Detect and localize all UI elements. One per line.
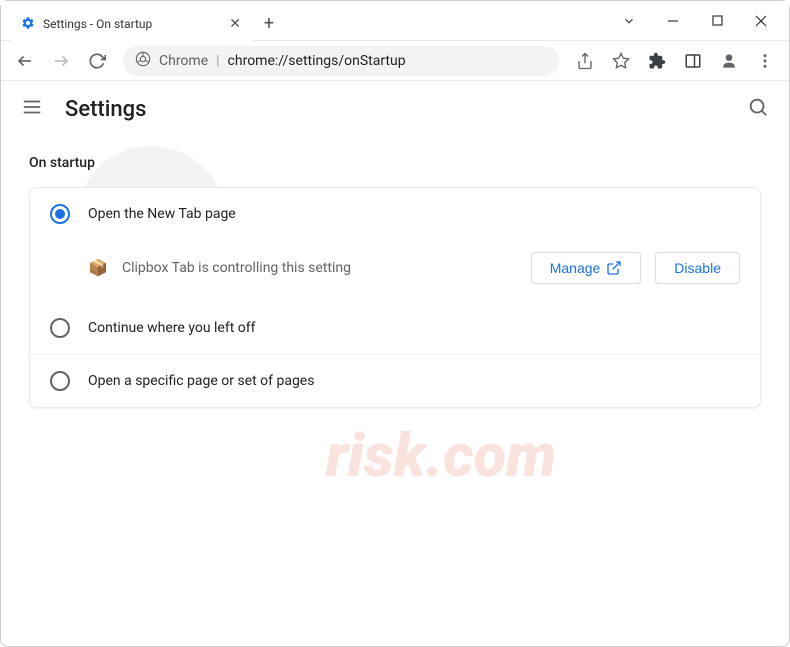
search-icon[interactable] bbox=[747, 96, 769, 122]
new-tab-button[interactable]: + bbox=[255, 9, 283, 37]
address-bar[interactable]: Chrome | chrome://settings/onStartup bbox=[123, 46, 559, 76]
startup-options-card: Open the New Tab page 📦 Clipbox Tab is c… bbox=[29, 187, 761, 408]
option-continue[interactable]: Continue where you left off bbox=[30, 302, 760, 354]
radio-icon bbox=[50, 371, 70, 391]
section-title: On startup bbox=[29, 155, 761, 171]
on-startup-section: On startup Open the New Tab page 📦 Clipb… bbox=[1, 137, 789, 426]
extensions-icon[interactable] bbox=[641, 45, 673, 77]
radio-icon bbox=[50, 318, 70, 338]
settings-content: Settings On startup Open the New Tab pag… bbox=[1, 81, 789, 426]
chrome-icon bbox=[135, 51, 151, 71]
share-icon[interactable] bbox=[569, 45, 601, 77]
settings-header: Settings bbox=[1, 81, 789, 137]
omnibox-separator: | bbox=[216, 53, 219, 69]
manage-label: Manage bbox=[550, 260, 601, 276]
manage-button[interactable]: Manage bbox=[531, 252, 642, 284]
forward-button[interactable] bbox=[45, 45, 77, 77]
option-specific-pages[interactable]: Open a specific page or set of pages bbox=[30, 354, 760, 407]
bookmark-icon[interactable] bbox=[605, 45, 637, 77]
close-window-button[interactable] bbox=[741, 6, 781, 36]
omnibox-url: chrome://settings/onStartup bbox=[228, 53, 406, 69]
chevron-down-icon[interactable] bbox=[609, 6, 649, 36]
menu-icon[interactable] bbox=[749, 45, 781, 77]
maximize-button[interactable] bbox=[697, 6, 737, 36]
controlled-by-extension-row: 📦 Clipbox Tab is controlling this settin… bbox=[30, 240, 760, 302]
page-title: Settings bbox=[65, 97, 146, 122]
radio-icon bbox=[50, 204, 70, 224]
window-controls bbox=[609, 1, 789, 40]
option-label: Open a specific page or set of pages bbox=[88, 373, 314, 389]
omnibox-scheme: Chrome bbox=[159, 53, 208, 69]
browser-tab[interactable]: Settings - On startup ✕ bbox=[11, 7, 251, 41]
close-tab-icon[interactable]: ✕ bbox=[229, 16, 241, 32]
option-label: Continue where you left off bbox=[88, 320, 256, 336]
controlled-text: Clipbox Tab is controlling this setting bbox=[122, 260, 517, 276]
gear-icon bbox=[21, 16, 35, 33]
option-label: Open the New Tab page bbox=[88, 206, 236, 222]
profile-icon[interactable] bbox=[713, 45, 745, 77]
side-panel-icon[interactable] bbox=[677, 45, 709, 77]
package-icon: 📦 bbox=[88, 258, 108, 278]
titlebar: Settings - On startup ✕ + bbox=[1, 1, 789, 41]
tab-title: Settings - On startup bbox=[43, 17, 152, 31]
reload-button[interactable] bbox=[81, 45, 113, 77]
back-button[interactable] bbox=[9, 45, 41, 77]
hamburger-icon[interactable] bbox=[21, 96, 43, 122]
minimize-button[interactable] bbox=[653, 6, 693, 36]
browser-toolbar: Chrome | chrome://settings/onStartup bbox=[1, 41, 789, 81]
disable-button[interactable]: Disable bbox=[655, 252, 740, 284]
external-link-icon bbox=[606, 260, 622, 276]
disable-label: Disable bbox=[674, 260, 721, 276]
option-new-tab[interactable]: Open the New Tab page bbox=[30, 188, 760, 240]
